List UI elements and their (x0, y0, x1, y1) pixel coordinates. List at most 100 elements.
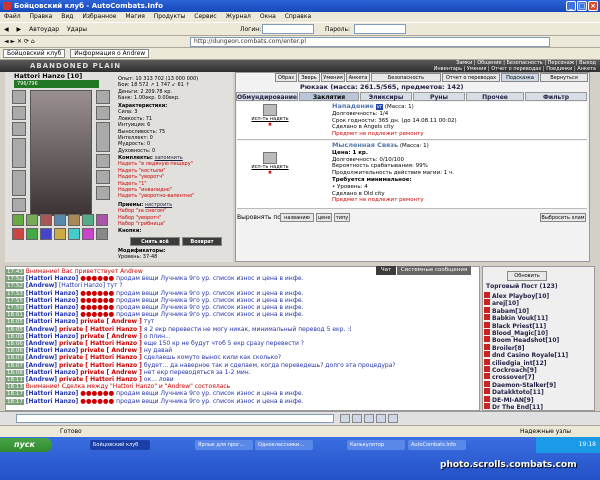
online-user[interactable]: dnd Casino Royale[11] (484, 351, 594, 359)
chat-user[interactable]: [Andrew] (26, 376, 57, 383)
task-calculator[interactable]: Калькулятор (347, 440, 405, 450)
tab-spells[interactable]: Заклятия (299, 92, 359, 101)
autohit-button[interactable]: Автоудар (29, 26, 59, 33)
translit-icon[interactable] (388, 414, 398, 423)
boots-slot[interactable] (96, 170, 110, 184)
chat-time[interactable]: 18:07 (6, 362, 24, 369)
chat-time[interactable]: 18:06 (6, 341, 24, 347)
online-user[interactable]: Blood_Magic[10] (484, 329, 594, 337)
online-user[interactable]: Alex Playboy[10] (484, 292, 594, 300)
address-input[interactable]: http://dungeon.combats.com/enter.pl (190, 37, 550, 47)
close-button[interactable]: × (588, 1, 598, 11)
skills-button[interactable]: Умения (321, 73, 345, 82)
chat-user[interactable]: [Hattori Hanzo] (26, 290, 78, 297)
online-user[interactable]: arej[10] (484, 299, 594, 307)
rune-slot-1[interactable] (12, 214, 24, 226)
menu-help[interactable]: Справка (285, 13, 311, 20)
chat-time[interactable]: 18:01 (6, 312, 24, 319)
menu-log[interactable]: Журнал (226, 13, 251, 20)
chat-user[interactable]: [Hattori Hanzo] (26, 297, 78, 304)
menu-magic[interactable]: Магия (125, 13, 145, 20)
sort-by-name[interactable]: названию (280, 213, 314, 222)
smiley-icon[interactable] (352, 414, 362, 423)
item-title[interactable]: Нападение (332, 102, 374, 110)
chat-user[interactable]: [Andrew] (26, 326, 57, 333)
online-user[interactable]: Boom Headshot[10] (484, 336, 594, 344)
back-button[interactable]: Вернуться (540, 73, 588, 82)
chat-time[interactable]: 18:13 (6, 384, 24, 391)
rune-slot-2[interactable] (26, 214, 38, 226)
chat-time[interactable]: 17:52 (6, 276, 24, 283)
online-user[interactable]: Daemon-Stalker[9] (484, 380, 594, 389)
task-autocombats[interactable]: AutoCombats.Info (408, 440, 466, 450)
chat-user[interactable]: [Hattori Hanzo] (26, 318, 78, 325)
task-fightclub[interactable]: Бойцовский клуб (90, 440, 150, 450)
chat-user[interactable]: [Hattori Hanzo] (26, 398, 78, 405)
chat-user[interactable]: [Andrew] (26, 354, 57, 361)
chat-input[interactable] (16, 414, 334, 423)
chat-user[interactable]: [Hattori Hanzo] (26, 369, 78, 376)
spell-slot-5[interactable] (68, 228, 80, 240)
gloves-slot[interactable] (96, 106, 110, 120)
chat-time[interactable]: 18:08 (6, 369, 24, 376)
private-tag[interactable]: private [ Andrew ] (80, 333, 142, 340)
minimize-button[interactable]: _ (566, 1, 576, 11)
profile-button[interactable]: Анкета (346, 73, 370, 82)
tab-filter[interactable]: Фильтр (525, 92, 587, 101)
fav-andrew-info[interactable]: Информация о Andrew (70, 49, 150, 58)
password-input[interactable] (354, 24, 406, 34)
earring-slot[interactable] (12, 106, 26, 120)
chat-user[interactable]: [Hattori Hanzo] (26, 347, 78, 354)
rune-slot-6[interactable] (82, 214, 94, 226)
return-button[interactable]: Возврат (182, 237, 222, 246)
ring-slot[interactable] (96, 186, 110, 200)
image-button[interactable]: Образ (275, 73, 297, 82)
task-odnoklassniki[interactable]: Одноклассники... (255, 440, 313, 450)
clear-icon[interactable] (364, 414, 374, 423)
private-tag[interactable]: private [ Andrew ] (80, 369, 142, 376)
online-user-name[interactable]: Dr The End[11] (492, 404, 543, 411)
chat-time[interactable]: 17:53 (6, 290, 24, 297)
tab-other[interactable]: Прочее (466, 92, 524, 101)
leggings-slot[interactable] (96, 154, 110, 168)
chat-time[interactable]: 18:06 (6, 348, 24, 355)
tab-equipment[interactable]: Обмундирование (236, 92, 298, 101)
online-user[interactable]: ciliedgia_int[12] (484, 358, 594, 367)
menu-favorites[interactable]: Избранное (82, 13, 116, 20)
maximize-button[interactable]: □ (577, 1, 587, 11)
chat-user[interactable]: [Andrew] (26, 362, 57, 369)
helmet-slot[interactable] (12, 90, 26, 104)
security-button[interactable]: Безопасность (371, 73, 441, 82)
chat-time[interactable]: 18:17 (6, 398, 24, 405)
private-tag[interactable]: private [ Andrew ] (80, 347, 142, 354)
item-title[interactable]: Мысленная Связь (332, 141, 398, 149)
set-item[interactable]: Надеть "уворотно-валентно" (118, 193, 233, 199)
sort-by-type[interactable]: типу (334, 213, 350, 222)
armor-slot[interactable] (12, 170, 26, 196)
amulet-slot[interactable] (12, 122, 26, 136)
tricks-setup-link[interactable]: настроить (145, 202, 172, 208)
chat-time[interactable]: 18:06 (6, 333, 24, 340)
chat-user[interactable]: [Hattori Hanzo] (26, 275, 78, 282)
chat-time[interactable]: 17:59 (6, 305, 24, 311)
bracer-slot[interactable] (96, 90, 110, 104)
delete-icon[interactable]: ✖ (268, 122, 272, 128)
delete-icon[interactable]: ✖ (268, 170, 272, 176)
belt-slot[interactable] (12, 198, 26, 212)
online-user[interactable]: Datakktoto[11] (484, 388, 594, 396)
chat-user[interactable]: [Hattori Hanzo] (26, 333, 78, 340)
online-user[interactable]: DE-MI-AN[9] (484, 395, 594, 404)
chat-time[interactable]: 18:05 (6, 319, 24, 326)
chat-time[interactable]: 17:55 (6, 297, 24, 304)
spell-slot-6[interactable] (82, 228, 94, 240)
online-user[interactable]: Broiler[8] (484, 343, 594, 352)
pet-button[interactable]: Зверь (298, 73, 320, 82)
private-tag[interactable]: private [ Andrew ] (80, 318, 142, 325)
chat-time[interactable]: 17:52 (6, 283, 24, 290)
chat-user[interactable]: [Hattori Hanzo] (26, 390, 78, 397)
spell-slot-7[interactable] (96, 228, 108, 240)
private-tag[interactable]: private [ Hattori Hanzo ] (59, 376, 142, 383)
spell-slot-4[interactable] (54, 228, 66, 240)
online-user[interactable]: Babam[10] (484, 306, 594, 315)
tab-runes[interactable]: Руны (413, 92, 465, 101)
